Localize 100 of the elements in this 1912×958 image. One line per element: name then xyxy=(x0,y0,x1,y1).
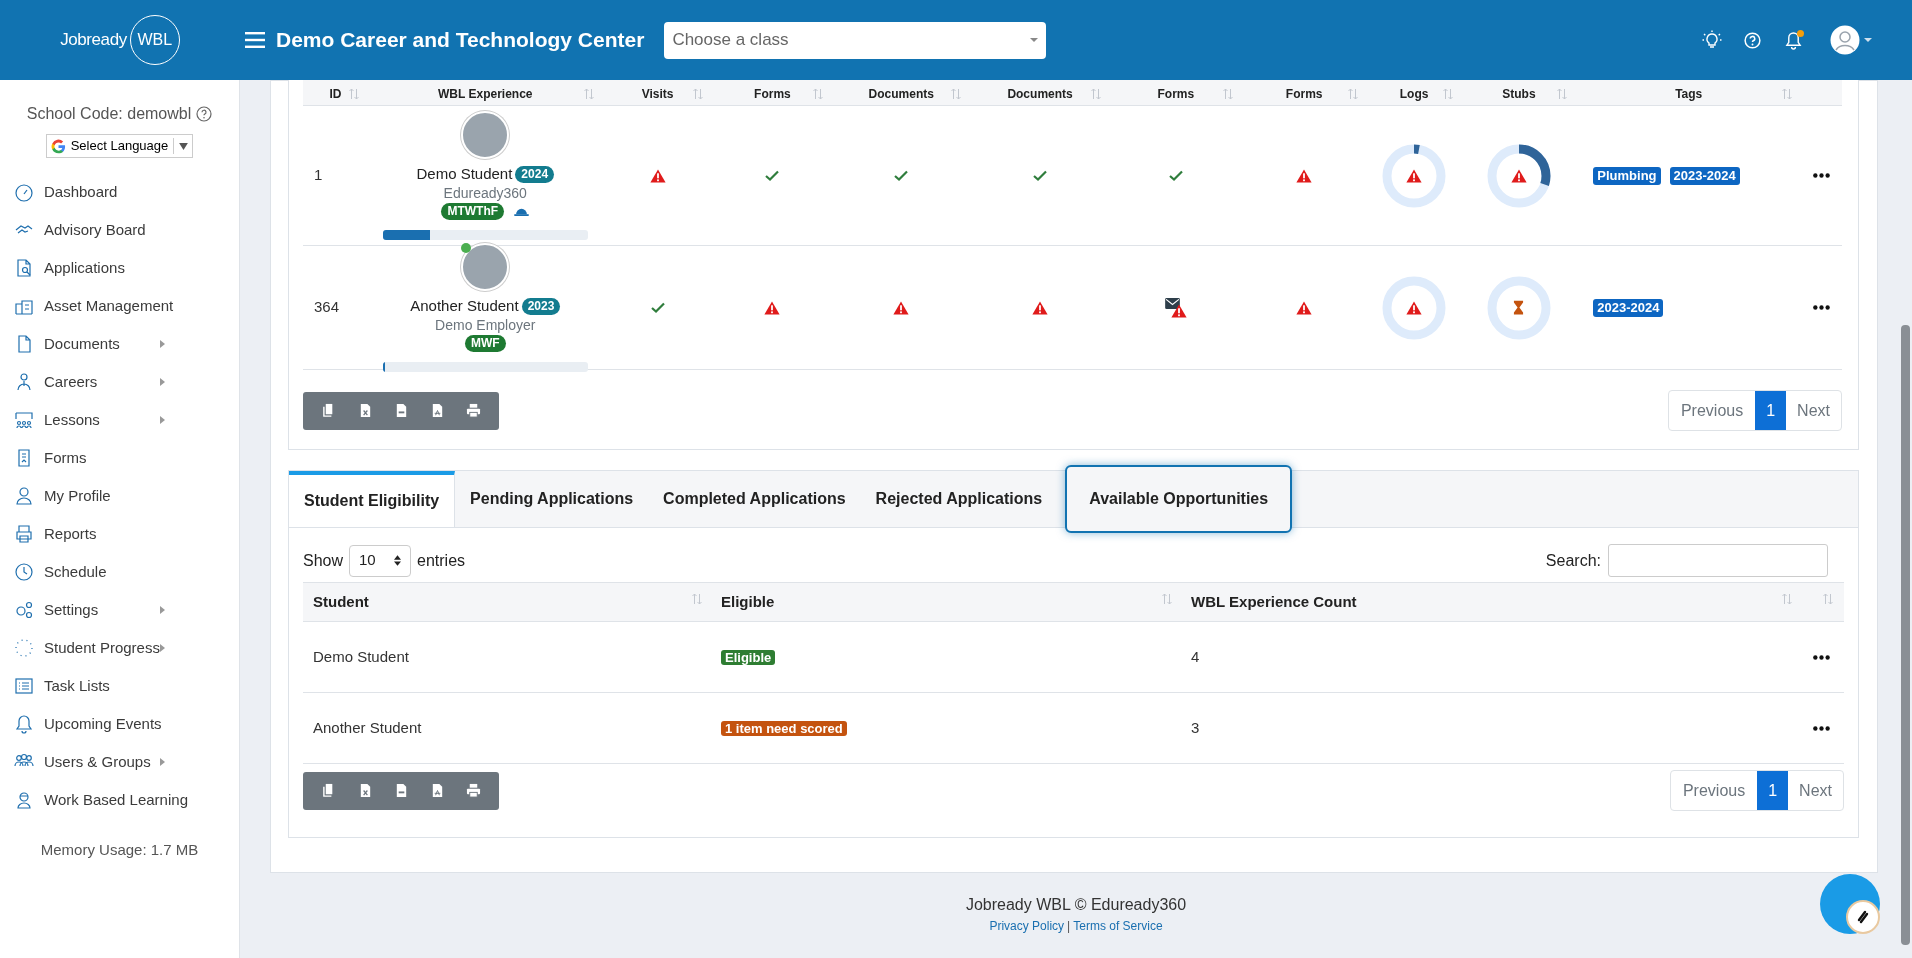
column-header[interactable]: WBL Experience xyxy=(438,85,533,103)
schedule-badge: MWF xyxy=(464,335,506,353)
student-name[interactable]: Demo Student xyxy=(416,162,513,186)
page-button[interactable]: 1 xyxy=(1757,771,1789,810)
sidebar-item[interactable]: Upcoming Events xyxy=(0,705,239,743)
sidebar-item[interactable]: Settings xyxy=(0,591,239,629)
gauge-icon xyxy=(14,182,34,202)
search-field[interactable] xyxy=(1608,544,1828,577)
list-icon xyxy=(14,676,34,696)
caret-icon xyxy=(179,142,189,150)
progress-ring xyxy=(1382,143,1447,208)
sidebar-item[interactable]: Student Progress xyxy=(0,629,239,667)
copyright-text: Jobready WBL © Eduready360 xyxy=(965,895,1187,915)
tab[interactable]: Completed Applications xyxy=(648,471,861,527)
column-header[interactable]: Tags xyxy=(1675,85,1703,103)
column-header[interactable]: ID xyxy=(329,85,342,103)
year-badge: 2023 xyxy=(521,297,561,315)
tab[interactable]: Pending Applications xyxy=(455,471,649,527)
language-select[interactable]: Select Language xyxy=(45,134,194,158)
eligibility-badge: 1 item need scored xyxy=(721,721,847,736)
printer-icon xyxy=(465,783,481,798)
student-name[interactable]: Another Student xyxy=(410,294,519,318)
tab[interactable]: Student Eligibility xyxy=(289,471,456,527)
column-header[interactable]: Eligible xyxy=(721,590,775,614)
document-search-icon xyxy=(14,258,34,278)
scrollbar-thumb[interactable] xyxy=(1901,325,1910,945)
show-label: Show xyxy=(303,550,344,571)
column-header[interactable]: Logs xyxy=(1399,85,1429,103)
privacy-link[interactable]: Privacy Policy xyxy=(989,917,1065,935)
next-button[interactable]: Next xyxy=(1788,771,1843,810)
lightbulb-icon[interactable] xyxy=(1702,30,1722,50)
printer-icon xyxy=(465,403,481,418)
clock-icon xyxy=(14,562,34,582)
page-button[interactable]: 1 xyxy=(1755,391,1787,430)
logo-wordmark: Jobready xyxy=(60,29,127,52)
entries-label: entries xyxy=(417,550,466,571)
table-cell: 4 xyxy=(1191,648,1200,665)
classroom-icon xyxy=(14,410,34,430)
tag-label: 2023-2024 xyxy=(1669,166,1740,185)
sidebar-item[interactable]: Lessons xyxy=(0,401,239,439)
column-header[interactable]: Visits xyxy=(641,85,674,103)
previous-button[interactable]: Previous xyxy=(1670,771,1758,810)
employer-name: Eduready360 xyxy=(443,185,527,202)
search-label: Search: xyxy=(1545,550,1601,571)
eligibility-badge: Eligible xyxy=(721,650,776,665)
more-options-icon[interactable] xyxy=(1813,305,1830,310)
more-options-icon[interactable] xyxy=(1813,654,1830,660)
next-button[interactable]: Next xyxy=(1786,391,1841,430)
menu-icon[interactable] xyxy=(245,32,265,48)
table-cell: Another Student xyxy=(313,719,422,736)
column-header[interactable]: Documents xyxy=(868,85,934,103)
bell-icon[interactable] xyxy=(1785,30,1802,50)
column-header[interactable]: Forms xyxy=(1285,85,1323,103)
caret-icon[interactable] xyxy=(1864,38,1872,42)
employer-name: Demo Employer xyxy=(435,317,536,334)
column-header[interactable]: WBL Experience Count xyxy=(1191,590,1357,614)
school-code-text: School Code: demowbl xyxy=(26,104,192,124)
column-header[interactable]: Documents xyxy=(1007,85,1073,103)
previous-button[interactable]: Previous xyxy=(1668,391,1756,430)
table-cell-text: 1 xyxy=(314,165,323,186)
help-icon[interactable] xyxy=(196,106,213,122)
sidebar-item[interactable]: Users & Groups xyxy=(0,743,239,781)
user-avatar-icon[interactable] xyxy=(1830,25,1860,55)
sidebar-item[interactable]: Task Lists xyxy=(0,667,239,705)
more-options-icon[interactable] xyxy=(1813,173,1830,178)
sidebar-item[interactable]: Applications xyxy=(0,249,239,287)
photo-placeholder xyxy=(461,110,510,159)
sidebar-item[interactable]: Schedule xyxy=(0,553,239,591)
spinner-arrows-icon xyxy=(394,555,402,566)
table-cell: Demo Student xyxy=(313,648,409,665)
separator-text: | xyxy=(1067,918,1071,935)
more-options-icon[interactable] xyxy=(1813,725,1830,731)
dotted-circle-icon xyxy=(14,638,34,658)
sidebar-item[interactable]: Reports xyxy=(0,515,239,553)
caret-icon xyxy=(1030,38,1039,42)
slash-logo-icon xyxy=(1855,909,1871,925)
sidebar-item[interactable]: Dashboard xyxy=(0,173,239,211)
column-header[interactable]: Forms xyxy=(754,85,791,103)
sidebar-item[interactable]: Advisory Board xyxy=(0,211,239,249)
sidebar-item[interactable]: Documents xyxy=(0,325,239,363)
chat-button[interactable] xyxy=(1820,874,1880,934)
sidebar-item[interactable]: Work Based Learning xyxy=(0,781,239,819)
terms-link[interactable]: Terms of Service xyxy=(1073,917,1163,935)
column-header[interactable]: Forms xyxy=(1157,85,1195,103)
table-cell: 3 xyxy=(1191,719,1200,736)
table-cell-text: 364 xyxy=(314,297,340,318)
tab[interactable]: Rejected Applications xyxy=(860,471,1058,527)
class-select[interactable]: Choose a class xyxy=(664,21,1047,59)
sidebar-item[interactable]: My Profile xyxy=(0,477,239,515)
user-icon xyxy=(14,486,34,506)
column-header[interactable]: Student xyxy=(313,590,369,614)
bell-icon xyxy=(14,714,34,734)
tab[interactable]: Available Opportunities xyxy=(1065,465,1293,533)
sidebar-item[interactable]: Careers xyxy=(0,363,239,401)
page-size-select[interactable]: 10 xyxy=(349,544,412,577)
sidebar-item[interactable]: Forms xyxy=(0,439,239,477)
column-header[interactable]: Stubs xyxy=(1502,85,1536,103)
progress-ring xyxy=(1382,275,1447,340)
sidebar-item[interactable]: Asset Management xyxy=(0,287,239,325)
year-badge: 2024 xyxy=(515,165,555,183)
